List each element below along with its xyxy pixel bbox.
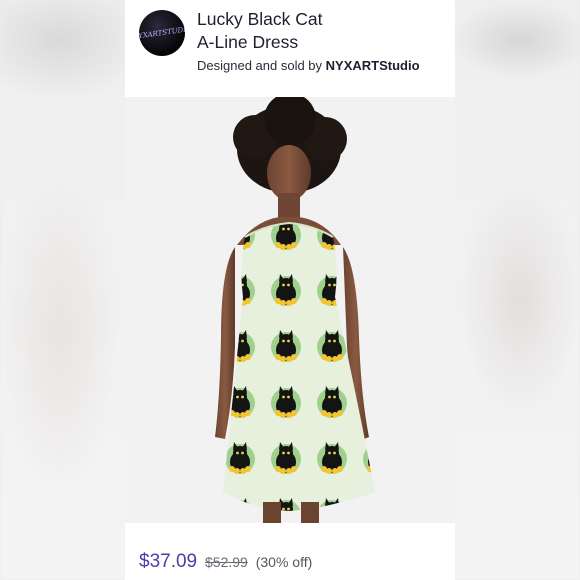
product-header: NYXARTSTUDIO Lucky Black Cat A-Line Dres… xyxy=(125,0,455,97)
product-card: NYXARTSTUDIO Lucky Black Cat A-Line Dres… xyxy=(125,0,455,580)
product-image[interactable] xyxy=(125,93,455,523)
seller-name-link[interactable]: NYXARTStudio xyxy=(326,58,420,73)
current-price: $37.09 xyxy=(139,551,198,572)
original-price: $52.99 xyxy=(205,554,248,570)
price-bar: $37.09 $52.99 (30% off) xyxy=(125,523,455,580)
seller-line: Designed and sold by NYXARTStudio xyxy=(197,58,420,73)
product-title-line2: A-Line Dress xyxy=(197,32,299,52)
product-title-line1: Lucky Black Cat xyxy=(197,9,323,29)
model-wearing-dress-icon xyxy=(215,93,375,523)
product-info: Lucky Black Cat A-Line Dress Designed an… xyxy=(197,8,420,73)
seller-prefix: Designed and sold by xyxy=(197,58,323,73)
discount-label: (30% off) xyxy=(255,554,313,570)
seller-avatar[interactable]: NYXARTSTUDIO xyxy=(139,10,185,56)
avatar-logo-text: NYXARTSTUDIO xyxy=(139,24,185,42)
